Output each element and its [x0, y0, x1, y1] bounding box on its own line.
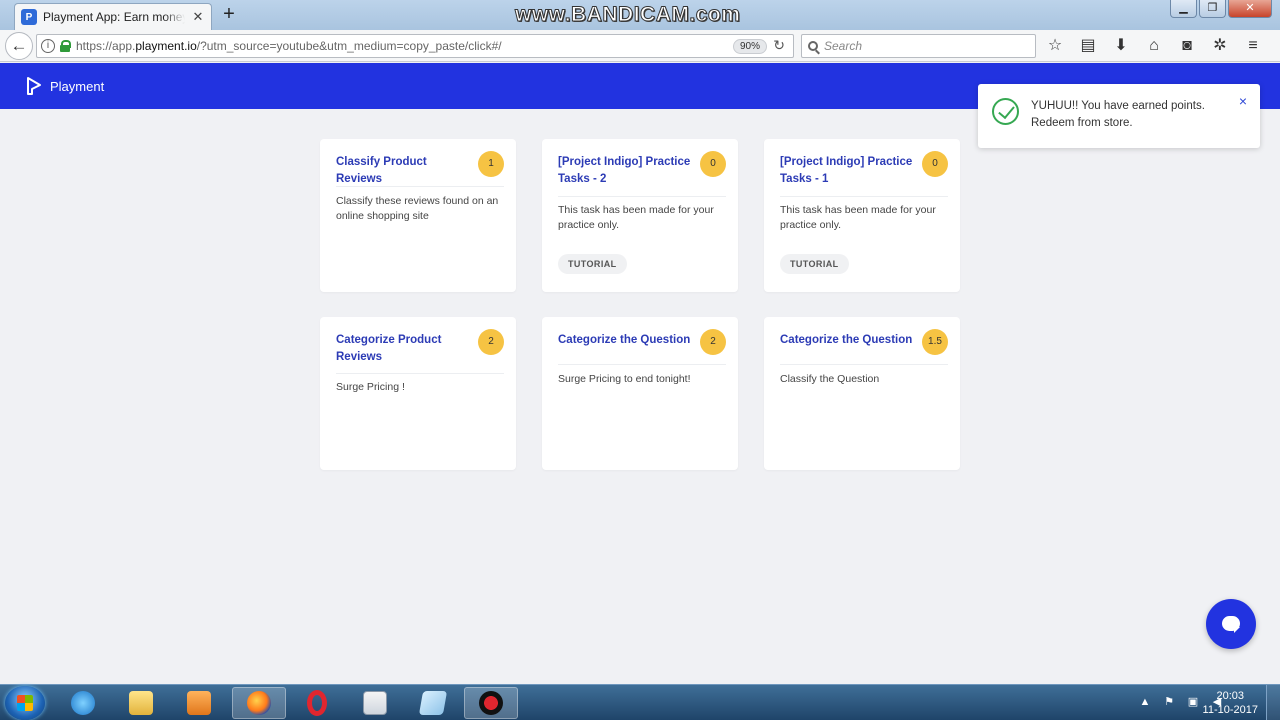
tutorial-tag: TUTORIAL [558, 254, 627, 274]
task-title: Categorize the Question [558, 334, 691, 346]
task-card[interactable]: Categorize Product Reviews 2 Surge Prici… [320, 317, 516, 470]
back-button[interactable]: ← [5, 32, 33, 60]
card-divider [336, 186, 504, 187]
search-placeholder: Search [824, 39, 863, 53]
card-divider [780, 196, 948, 197]
recorder-watermark: www.BANDICAM.com [514, 3, 741, 27]
folder-icon [129, 691, 153, 715]
card-divider [558, 196, 726, 197]
taskbar-notepad[interactable] [406, 687, 460, 719]
taskbar-window[interactable] [348, 687, 402, 719]
brand-name: Playment [50, 78, 105, 94]
task-card[interactable]: Categorize the Question 2 Surge Pricing … [542, 317, 738, 470]
action-center-icon[interactable]: ⚑ [1162, 695, 1176, 709]
tray-expand-icon[interactable]: ▲ [1138, 695, 1152, 709]
url-text[interactable]: https://app.playment.io/?utm_source=yout… [76, 39, 733, 53]
search-bar[interactable]: Search [801, 34, 1036, 58]
download-icon[interactable]: ⬇ [1110, 36, 1132, 56]
arrow-left-icon: ← [10, 36, 28, 55]
notepad-icon [418, 691, 448, 715]
success-toast: YUHUU!! You have earned points. Redeem f… [978, 84, 1260, 148]
card-divider [780, 364, 948, 365]
address-bar[interactable]: i https://app.playment.io/?utm_source=yo… [36, 34, 794, 58]
points-badge: 1 [478, 151, 504, 177]
zoom-level-badge[interactable]: 90% [732, 38, 767, 54]
show-desktop-button[interactable] [1266, 685, 1280, 720]
taskbar-explorer[interactable] [114, 687, 168, 719]
extension-icon[interactable]: ✲ [1209, 36, 1231, 56]
reload-icon[interactable]: ↻ [773, 37, 785, 54]
clock-date: 11-10-2017 [1202, 704, 1258, 716]
task-card[interactable]: Categorize the Question 1.5 Classify the… [764, 317, 960, 470]
new-tab-button[interactable]: + [219, 4, 239, 24]
task-description: Classify the Question [780, 373, 880, 385]
close-window-button[interactable]: ✕ [1228, 0, 1272, 18]
task-description: This task has been made for your practic… [558, 204, 714, 231]
task-description: Surge Pricing to end tonight! [558, 373, 691, 385]
browser-toolbar-icons: ☆ ▤ ⬇ ⌂ ◙ ✲ ≡ [1044, 36, 1264, 56]
internet-explorer-icon [71, 691, 95, 715]
card-divider [558, 364, 726, 365]
tab-title: Playment App: Earn money b [43, 10, 185, 24]
firefox-icon [247, 691, 271, 715]
task-description: This task has been made for your practic… [780, 204, 936, 231]
taskbar-media-player[interactable] [172, 687, 226, 719]
card-divider [336, 373, 504, 374]
record-icon [479, 691, 503, 715]
brand[interactable]: Playment [26, 77, 104, 95]
lock-icon [60, 40, 71, 52]
network-icon[interactable]: ▣ [1186, 695, 1200, 709]
taskbar-bandicam[interactable] [464, 687, 518, 719]
task-title: [Project Indigo] Practice Tasks - 2 [558, 156, 691, 185]
points-badge: 1.5 [922, 329, 948, 355]
start-button[interactable] [5, 686, 45, 720]
search-icon [808, 41, 818, 51]
tutorial-tag: TUTORIAL [780, 254, 849, 274]
task-card[interactable]: [Project Indigo] Practice Tasks - 2 0 Th… [542, 139, 738, 292]
browser-navbar: ← i https://app.playment.io/?utm_source=… [0, 30, 1280, 62]
task-title: Categorize Product Reviews [336, 334, 442, 363]
taskbar-firefox[interactable] [232, 687, 286, 719]
bookmark-star-icon[interactable]: ☆ [1044, 36, 1066, 56]
task-card[interactable]: Classify Product Reviews 1 Classify thes… [320, 139, 516, 292]
task-description: Surge Pricing ! [336, 381, 405, 393]
home-icon[interactable]: ⌂ [1143, 36, 1165, 56]
taskbar-opera[interactable] [290, 687, 344, 719]
browser-titlebar: P Playment App: Earn money b ✕ + www.BAN… [0, 0, 1280, 30]
playment-logo-icon [26, 77, 42, 95]
check-circle-icon [992, 98, 1019, 125]
task-description: Classify these reviews found on an onlin… [336, 195, 499, 222]
chat-bubble-icon[interactable] [1206, 599, 1256, 649]
pocket-icon[interactable]: ◙ [1176, 36, 1198, 56]
minimize-button[interactable]: ▁ [1170, 0, 1197, 18]
points-badge: 0 [922, 151, 948, 177]
reading-list-icon[interactable]: ▤ [1077, 36, 1099, 56]
task-title: [Project Indigo] Practice Tasks - 1 [780, 156, 913, 185]
task-title: Classify Product Reviews [336, 156, 427, 185]
points-badge: 0 [700, 151, 726, 177]
windows-taskbar: ▲ ⚑ ▣ ◀ 20:03 11-10-2017 [0, 684, 1280, 720]
playment-favicon-icon: P [21, 9, 37, 25]
window-app-icon [363, 691, 387, 715]
points-badge: 2 [700, 329, 726, 355]
taskbar-clock[interactable]: 20:03 11-10-2017 [1203, 689, 1258, 717]
menu-hamburger-icon[interactable]: ≡ [1242, 36, 1264, 56]
tab-close-icon[interactable]: ✕ [191, 9, 205, 25]
browser-tab[interactable]: P Playment App: Earn money b ✕ [14, 3, 212, 30]
taskbar-ie[interactable] [56, 687, 110, 719]
window-controls: ▁ ❐ ✕ [1170, 0, 1272, 18]
info-icon[interactable]: i [41, 39, 55, 53]
toast-close-icon[interactable]: × [1239, 93, 1247, 109]
task-card[interactable]: [Project Indigo] Practice Tasks - 1 0 Th… [764, 139, 960, 292]
opera-icon [307, 690, 327, 716]
points-badge: 2 [478, 329, 504, 355]
restore-button[interactable]: ❐ [1199, 0, 1226, 18]
task-title: Categorize the Question [780, 334, 913, 346]
media-player-icon [187, 691, 211, 715]
clock-time: 20:03 [1216, 690, 1245, 702]
toast-message: YUHUU!! You have earned points. Redeem f… [1031, 100, 1205, 129]
